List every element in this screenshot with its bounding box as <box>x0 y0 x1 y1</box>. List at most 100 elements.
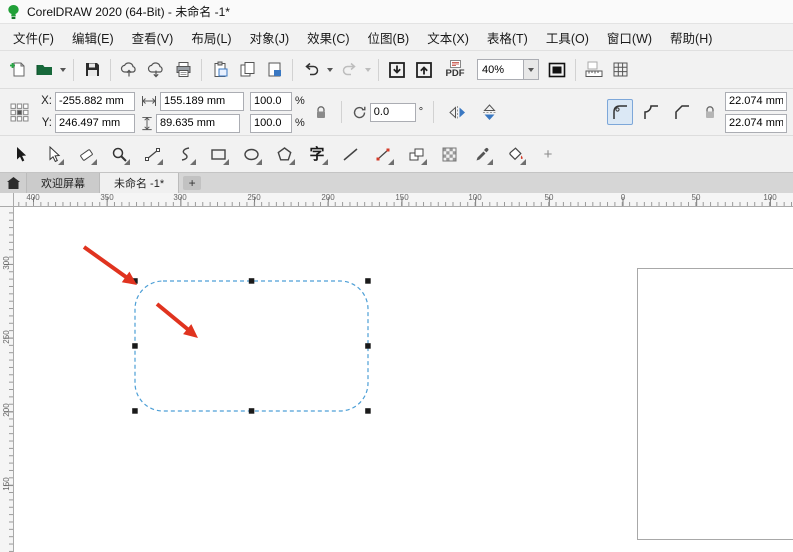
object-origin-button[interactable] <box>6 99 32 125</box>
save-icon <box>84 61 101 78</box>
rectangle-tool[interactable] <box>206 142 230 166</box>
ruler-label: 50 <box>545 193 554 202</box>
round-corner-button[interactable] <box>607 99 633 125</box>
line-tool[interactable] <box>338 142 362 166</box>
scale-vertical-field[interactable] <box>250 114 292 133</box>
chamfered-corner-icon <box>674 104 690 120</box>
bezier-tool[interactable] <box>173 142 197 166</box>
print-button[interactable] <box>170 57 196 83</box>
flip-horizontal-button[interactable] <box>444 99 470 125</box>
eyedropper-tool[interactable] <box>470 142 494 166</box>
show-grid-button[interactable] <box>608 57 634 83</box>
menu-tools[interactable]: 工具(O) <box>537 24 598 51</box>
selection-handle[interactable] <box>249 408 255 414</box>
chamfered-corner-button[interactable] <box>669 99 695 125</box>
undo-dropdown-caret-icon[interactable] <box>327 68 333 72</box>
selected-rounded-rectangle[interactable] <box>135 281 368 411</box>
show-rulers-button[interactable] <box>581 57 607 83</box>
object-width-field[interactable] <box>160 92 244 111</box>
open-folder-icon <box>36 61 53 78</box>
menu-view[interactable]: 查看(V) <box>123 24 183 51</box>
shape-tool[interactable] <box>41 142 65 166</box>
corner-radius-bottom-field[interactable] <box>725 114 787 133</box>
selection-handle[interactable] <box>132 408 138 414</box>
open-dropdown-caret-icon[interactable] <box>60 68 66 72</box>
eraser-icon <box>78 146 95 163</box>
ruler-label: 250 <box>1 325 13 349</box>
cloud-upload-icon <box>120 61 138 78</box>
x-position-field[interactable] <box>55 92 135 111</box>
customize-toolbox-button[interactable]: + <box>536 142 560 166</box>
new-document-icon <box>9 61 26 78</box>
vertical-ruler[interactable]: 300 250 200 150 <box>0 207 14 552</box>
polygon-tool[interactable] <box>272 142 296 166</box>
menubar: 文件(F) 编辑(E) 查看(V) 布局(L) 对象(J) 效果(C) 位图(B… <box>0 24 793 50</box>
selection-handle[interactable] <box>365 343 371 349</box>
corner-radius-top-field[interactable] <box>725 92 787 111</box>
open-document-button[interactable] <box>31 57 57 83</box>
redo-button[interactable] <box>336 57 362 83</box>
zoom-tool[interactable] <box>107 142 131 166</box>
rotation-angle-field[interactable] <box>370 103 416 122</box>
paste-special-button[interactable] <box>261 57 287 83</box>
dimension-tool[interactable] <box>404 142 428 166</box>
object-height-field[interactable] <box>156 114 240 133</box>
save-button[interactable] <box>79 57 105 83</box>
new-tab-button[interactable]: + <box>183 176 201 190</box>
zoom-level-input[interactable] <box>477 59 523 80</box>
save-to-cloud-button[interactable] <box>116 57 142 83</box>
new-document-button[interactable] <box>4 57 30 83</box>
interactive-fill-tool[interactable] <box>503 142 527 166</box>
redo-dropdown-caret-icon[interactable] <box>365 68 371 72</box>
freehand-tool[interactable] <box>140 142 164 166</box>
tab-untitled-document[interactable]: 未命名 -1* <box>100 173 179 193</box>
ruler-label: 0 <box>621 193 625 202</box>
selection-handle[interactable] <box>365 408 371 414</box>
export-button[interactable] <box>411 57 437 83</box>
flip-vertical-button[interactable] <box>476 99 502 125</box>
horizontal-ruler[interactable]: 400 350 300 250 200 150 100 50 0 50 100 <box>14 193 793 207</box>
canvas-overlay <box>14 207 793 552</box>
menu-edit[interactable]: 编辑(E) <box>63 24 123 51</box>
text-tool[interactable]: 字 <box>305 142 329 166</box>
menu-text[interactable]: 文本(X) <box>418 24 478 51</box>
scale-horizontal-field[interactable] <box>250 92 292 111</box>
full-screen-preview-button[interactable] <box>544 57 570 83</box>
selection-handles[interactable] <box>132 278 371 414</box>
publish-to-pdf-button[interactable]: PDF <box>438 57 472 83</box>
menu-help[interactable]: 帮助(H) <box>661 24 721 51</box>
import-button[interactable] <box>384 57 410 83</box>
menu-layout[interactable]: 布局(L) <box>182 24 240 51</box>
y-position-field[interactable] <box>55 114 135 133</box>
menu-bitmaps[interactable]: 位图(B) <box>359 24 419 51</box>
paste-button[interactable] <box>207 57 233 83</box>
copy-button[interactable] <box>234 57 260 83</box>
transparency-tool[interactable] <box>437 142 461 166</box>
ruler-label: 50 <box>692 193 701 202</box>
percent-label: % <box>295 95 305 107</box>
connector-tool[interactable] <box>371 142 395 166</box>
pick-tool[interactable] <box>8 142 32 166</box>
tab-welcome-screen[interactable]: 欢迎屏幕 <box>27 173 100 193</box>
ruler-origin-corner[interactable] <box>0 193 14 207</box>
scalloped-corner-button[interactable] <box>638 99 664 125</box>
menu-window[interactable]: 窗口(W) <box>598 24 661 51</box>
ellipse-tool[interactable] <box>239 142 263 166</box>
red-arrow-1 <box>84 247 126 277</box>
selection-handle[interactable] <box>132 343 138 349</box>
selection-handle[interactable] <box>365 278 371 284</box>
home-tab[interactable] <box>0 173 27 193</box>
selection-handle[interactable] <box>249 278 255 284</box>
open-from-cloud-button[interactable] <box>143 57 169 83</box>
shape-arrow-icon <box>45 146 62 163</box>
edit-corners-together-button[interactable] <box>700 99 720 125</box>
eraser-tool[interactable] <box>74 142 98 166</box>
drawing-canvas[interactable] <box>14 207 793 552</box>
menu-object[interactable]: 对象(J) <box>241 24 299 51</box>
menu-file[interactable]: 文件(F) <box>4 24 63 51</box>
menu-effects[interactable]: 效果(C) <box>298 24 358 51</box>
undo-button[interactable] <box>298 57 324 83</box>
menu-table[interactable]: 表格(T) <box>478 24 537 51</box>
zoom-dropdown-button[interactable] <box>523 59 539 80</box>
lock-ratio-button[interactable] <box>311 99 331 125</box>
